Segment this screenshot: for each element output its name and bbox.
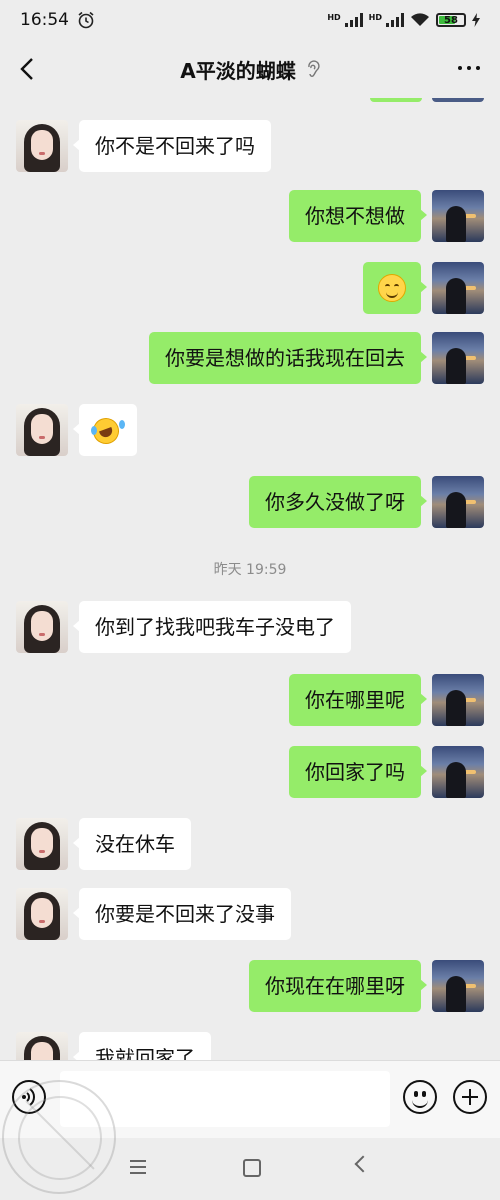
message-row	[0, 258, 500, 318]
message-row: 你不是不回来了吗	[0, 116, 500, 176]
sent-message[interactable]: 你要是想做的话我现在回去	[149, 332, 427, 384]
status-bar: 16:54 HD HD 58	[0, 0, 500, 40]
previous-avatar-fragment	[432, 98, 484, 102]
ear-icon	[308, 60, 320, 77]
smile-emoji-icon	[378, 274, 406, 302]
battery-level: 58	[444, 14, 458, 26]
battery-icon: 58	[436, 13, 466, 27]
home-icon[interactable]	[243, 1159, 261, 1177]
alarm-icon	[78, 11, 94, 29]
my-avatar[interactable]	[432, 674, 484, 726]
status-time: 16:54	[20, 10, 69, 30]
contact-avatar[interactable]	[16, 120, 68, 172]
contact-avatar[interactable]	[16, 888, 68, 940]
chevron-left-icon[interactable]	[14, 54, 44, 84]
contact-avatar[interactable]	[16, 601, 68, 653]
charging-icon	[472, 13, 480, 27]
hd-label: HD	[327, 13, 341, 22]
plus-icon[interactable]	[453, 1080, 487, 1114]
contact-avatar[interactable]	[16, 1032, 68, 1060]
hd-label-2: HD	[368, 13, 382, 22]
contact-avatar[interactable]	[16, 404, 68, 456]
chat-header: A平淡的蝴蝶	[0, 40, 500, 98]
message-row: 你现在在哪里呀	[0, 956, 500, 1016]
received-message[interactable]: 我就回家了	[73, 1032, 211, 1060]
received-emoji-message[interactable]	[73, 404, 137, 456]
received-message[interactable]: 没在休车	[73, 818, 191, 870]
contact-avatar[interactable]	[16, 818, 68, 870]
my-avatar[interactable]	[432, 190, 484, 242]
my-avatar[interactable]	[432, 476, 484, 528]
received-message[interactable]: 你要是不回来了没事	[73, 888, 291, 940]
nav-back-icon[interactable]	[354, 1155, 372, 1173]
emoji-icon[interactable]	[403, 1080, 437, 1114]
previous-bubble-fragment	[370, 98, 422, 102]
watermark-logo	[2, 1080, 116, 1194]
chat-title: A平淡的蝴蝶	[180, 58, 296, 83]
more-dots-icon[interactable]	[458, 66, 480, 70]
message-row: 你回家了吗	[0, 742, 500, 802]
recents-icon[interactable]	[130, 1160, 146, 1178]
sent-emoji-message[interactable]	[363, 262, 427, 314]
sent-message[interactable]: 你回家了吗	[289, 746, 427, 798]
my-avatar[interactable]	[432, 960, 484, 1012]
signal-icon-2	[386, 13, 404, 27]
message-row: 没在休车	[0, 814, 500, 874]
message-row: 我就回家了	[0, 1028, 500, 1060]
my-avatar[interactable]	[432, 262, 484, 314]
signal-icon	[344, 13, 363, 27]
message-row: 你到了找我吧我车子没电了	[0, 597, 500, 657]
received-message[interactable]: 你不是不回来了吗	[73, 120, 271, 172]
message-row: 你在哪里呢	[0, 670, 500, 730]
message-row: 你要是不回来了没事	[0, 884, 500, 944]
message-row: 你想不想做	[0, 186, 500, 246]
sent-message[interactable]: 你多久没做了呀	[249, 476, 427, 528]
my-avatar[interactable]	[432, 332, 484, 384]
sent-message[interactable]: 你在哪里呢	[289, 674, 427, 726]
message-timestamp: 昨天 19:59	[213, 562, 287, 578]
message-row: 你要是想做的话我现在回去	[0, 328, 500, 388]
sent-message[interactable]: 你想不想做	[289, 190, 427, 242]
message-row	[0, 400, 500, 460]
wifi-icon	[411, 13, 429, 26]
my-avatar[interactable]	[432, 746, 484, 798]
message-row: 你多久没做了呀	[0, 472, 500, 532]
chat-title-wrap: A平淡的蝴蝶	[180, 55, 320, 84]
message-list[interactable]: 你不是不回来了吗 你想不想做 你要是想做的话我现在回去 你多久没做了呀 昨天 1…	[0, 98, 500, 1060]
laugh-cry-emoji-icon	[89, 414, 125, 448]
received-message[interactable]: 你到了找我吧我车子没电了	[73, 601, 351, 653]
sent-message[interactable]: 你现在在哪里呀	[249, 960, 427, 1012]
